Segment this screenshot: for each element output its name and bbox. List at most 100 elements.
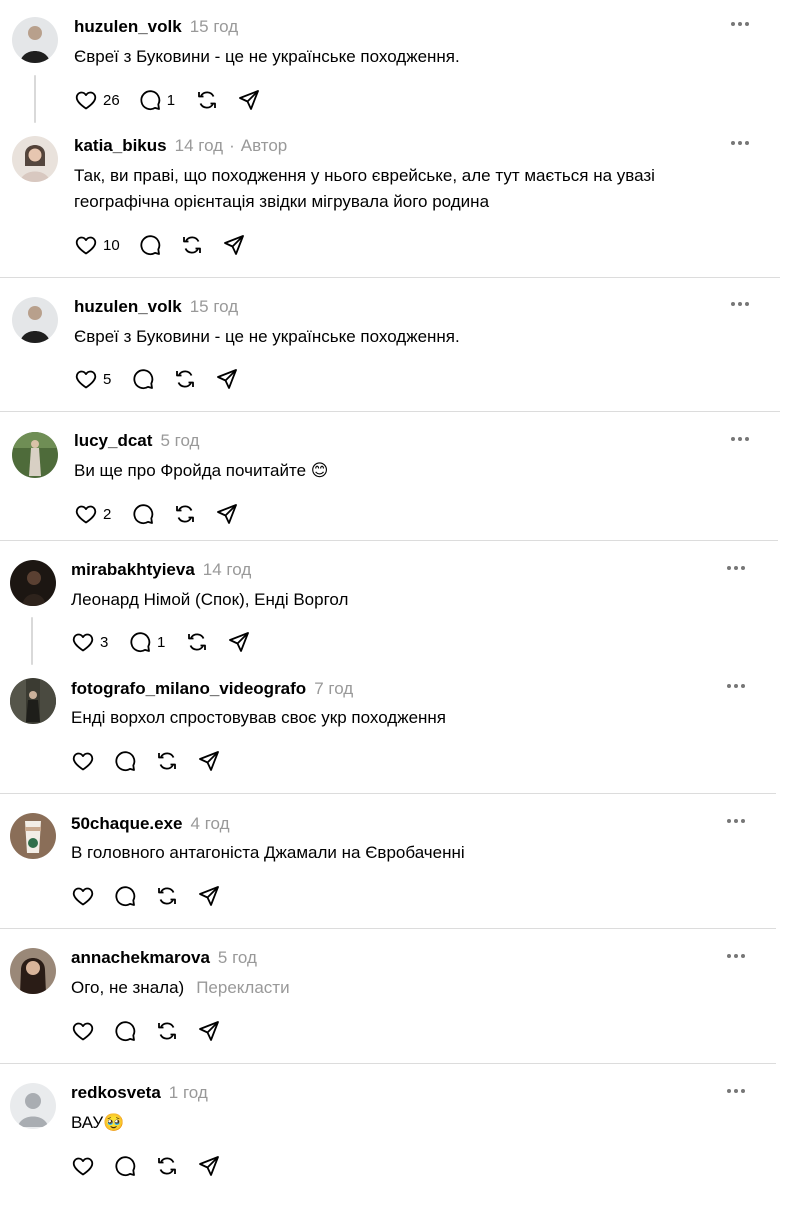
repost-button[interactable]: [195, 88, 219, 112]
more-icon[interactable]: [731, 437, 753, 447]
comment-icon: [138, 233, 162, 257]
repost-button[interactable]: [180, 233, 204, 257]
repost-icon: [155, 1019, 179, 1043]
reply-button[interactable]: [113, 749, 137, 773]
reply-button[interactable]: [113, 884, 137, 908]
action-bar: 10: [74, 232, 264, 258]
avatar[interactable]: [10, 1083, 56, 1129]
post-text-line: географічна орієнтація звідки мігрувала …: [74, 192, 490, 211]
like-button[interactable]: 2: [74, 502, 113, 526]
repost-button[interactable]: [155, 1019, 179, 1043]
author-badge: Автор: [240, 136, 288, 155]
action-bar: [71, 1153, 239, 1179]
share-button[interactable]: [197, 1154, 221, 1178]
more-icon[interactable]: [731, 22, 753, 32]
like-count: 2: [103, 505, 112, 523]
comment-icon: [113, 1154, 137, 1178]
post-text-line: Так, ви праві, що походження у нього євр…: [74, 166, 655, 185]
timestamp: 4 год: [190, 814, 230, 833]
heart-icon: [74, 367, 98, 391]
send-icon: [227, 630, 251, 654]
more-icon[interactable]: [727, 954, 749, 964]
like-button[interactable]: [71, 1019, 95, 1043]
like-button[interactable]: [71, 1154, 95, 1178]
username[interactable]: fotografo_milano_videografo: [71, 679, 306, 698]
username[interactable]: lucy_dcat: [74, 431, 152, 450]
like-button[interactable]: 5: [74, 367, 113, 391]
share-button[interactable]: [197, 1019, 221, 1043]
share-button[interactable]: [197, 749, 221, 773]
action-bar: [71, 1018, 239, 1044]
avatar[interactable]: [10, 560, 56, 606]
timestamp: 5 год: [160, 431, 200, 450]
reply-button[interactable]: 1: [138, 88, 177, 112]
username[interactable]: huzulen_volk: [74, 17, 182, 36]
more-icon[interactable]: [731, 302, 753, 312]
username[interactable]: katia_bikus: [74, 136, 167, 155]
avatar[interactable]: [10, 678, 56, 724]
username[interactable]: 50chaque.exe: [71, 814, 183, 833]
username[interactable]: redkosveta: [71, 1083, 161, 1102]
share-button[interactable]: [222, 233, 246, 257]
repost-button[interactable]: [173, 502, 197, 526]
avatar[interactable]: [12, 432, 58, 478]
like-button[interactable]: 3: [71, 630, 110, 654]
username[interactable]: annachekmarova: [71, 948, 210, 967]
like-button[interactable]: [71, 749, 95, 773]
share-button[interactable]: [215, 502, 239, 526]
avatar[interactable]: [12, 17, 58, 63]
post-text-line: Ого, не знала): [71, 978, 185, 997]
repost-button[interactable]: [155, 749, 179, 773]
heart-icon: [74, 502, 98, 526]
reply-button[interactable]: [113, 1154, 137, 1178]
like-button[interactable]: 10: [74, 233, 120, 257]
more-icon[interactable]: [727, 1089, 749, 1099]
heart-icon: [74, 233, 98, 257]
heart-icon: [71, 1154, 95, 1178]
translate-link[interactable]: Перекласти: [196, 978, 289, 997]
action-bar: 3 1: [71, 629, 269, 655]
reply-button[interactable]: 1: [128, 630, 167, 654]
share-button[interactable]: [215, 367, 239, 391]
more-icon[interactable]: [727, 819, 749, 829]
avatar[interactable]: [10, 813, 56, 859]
comment-icon: [113, 1019, 137, 1043]
more-icon[interactable]: [731, 141, 753, 151]
repost-button[interactable]: [173, 367, 197, 391]
divider: [0, 411, 780, 412]
like-button[interactable]: 26: [74, 88, 120, 112]
more-icon[interactable]: [727, 566, 749, 576]
avatar[interactable]: [10, 948, 56, 994]
avatar[interactable]: [12, 136, 58, 182]
reply-button[interactable]: [138, 233, 162, 257]
share-button[interactable]: [197, 884, 221, 908]
reply-count: 1: [166, 91, 176, 109]
share-button[interactable]: [227, 630, 251, 654]
thread-line: [31, 617, 33, 665]
repost-icon: [180, 233, 204, 257]
avatar[interactable]: [12, 297, 58, 343]
post-text: Ого, не знала) Перекласти: [71, 975, 731, 1001]
repost-button[interactable]: [155, 1154, 179, 1178]
send-icon: [197, 749, 221, 773]
repost-button[interactable]: [155, 884, 179, 908]
heart-icon: [71, 884, 95, 908]
share-button[interactable]: [237, 88, 261, 112]
send-icon: [197, 1019, 221, 1043]
heart-icon: [71, 1019, 95, 1043]
username[interactable]: mirabakhtyieva: [71, 560, 195, 579]
thread-line: [34, 75, 36, 123]
post-text: Ви ще про Фройда почитайте 😊: [74, 461, 329, 480]
comment-icon: [113, 884, 137, 908]
repost-button[interactable]: [185, 630, 209, 654]
reply-button[interactable]: [113, 1019, 137, 1043]
action-bar: [71, 748, 239, 774]
reply-button[interactable]: [131, 502, 155, 526]
like-button[interactable]: [71, 884, 95, 908]
send-icon: [215, 367, 239, 391]
more-icon[interactable]: [727, 684, 749, 694]
timestamp: 7 год: [314, 679, 354, 698]
username[interactable]: huzulen_volk: [74, 297, 182, 316]
repost-icon: [155, 884, 179, 908]
reply-button[interactable]: [131, 367, 155, 391]
